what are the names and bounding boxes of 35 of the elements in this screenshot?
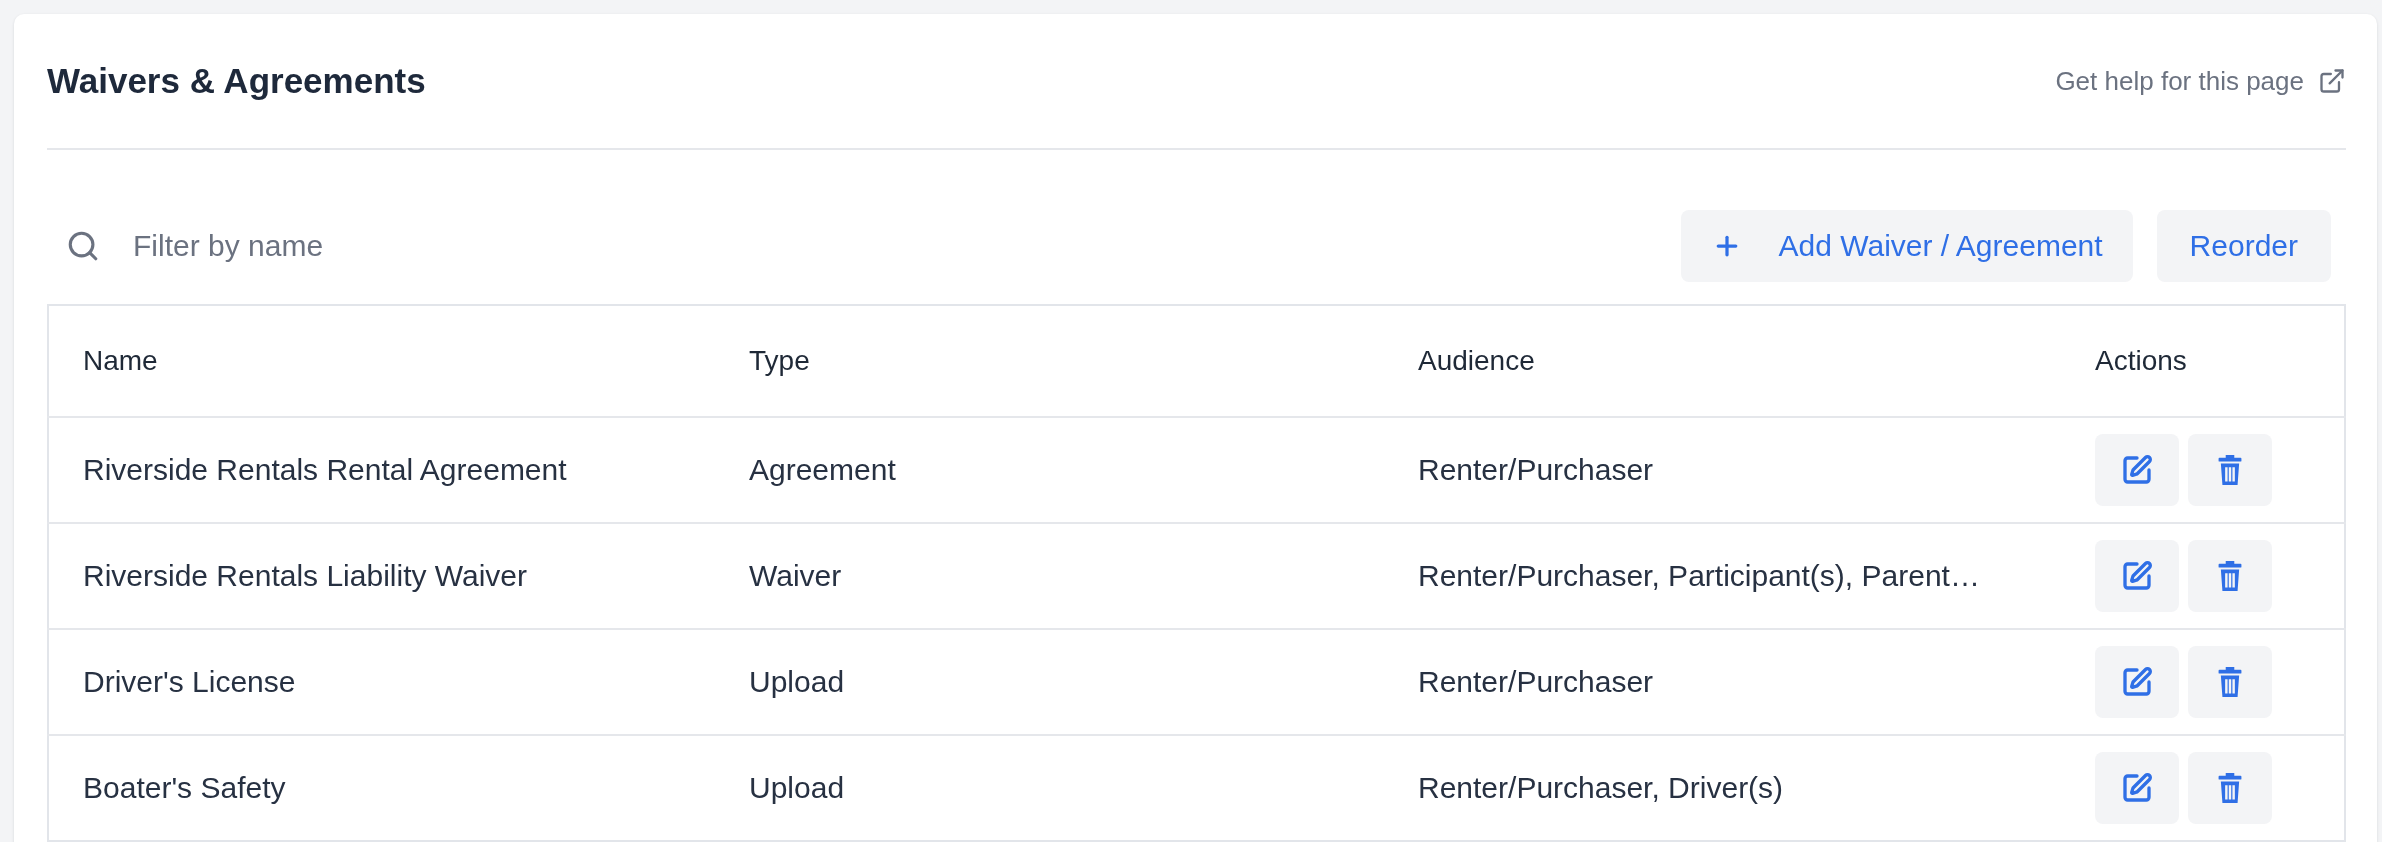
edit-button[interactable] (2095, 752, 2179, 824)
table-cell: Upload (715, 629, 1384, 735)
table-cell: Driver's License (48, 629, 715, 735)
table-cell: Boater's Safety (48, 735, 715, 841)
edit-icon (2121, 772, 2153, 804)
page-title: Waivers & Agreements (47, 61, 426, 101)
delete-button[interactable] (2188, 752, 2272, 824)
table-cell: Upload (715, 735, 1384, 841)
edit-button[interactable] (2095, 646, 2179, 718)
column-header: Name (48, 305, 715, 417)
edit-button[interactable] (2095, 540, 2179, 612)
table-cell: Renter/Purchaser, Driver(s) (1384, 735, 2061, 841)
edit-icon (2121, 666, 2153, 698)
edit-button[interactable] (2095, 434, 2179, 506)
table-cell: Renter/Purchaser, Participant(s), Parent… (1384, 523, 2061, 629)
edit-icon (2121, 560, 2153, 592)
edit-icon (2121, 454, 2153, 486)
column-header: Audience (1384, 305, 2061, 417)
table-cell: Renter/Purchaser (1384, 417, 2061, 523)
column-header: Actions (2061, 305, 2345, 417)
help-link[interactable]: Get help for this page (2055, 65, 2346, 97)
add-button[interactable]: Add Waiver / Agreement (1680, 210, 2133, 282)
table-cell: Renter/Purchaser (1384, 629, 2061, 735)
table-cell: Riverside Rentals Rental Agreement (48, 417, 715, 523)
search-icon (66, 229, 100, 263)
delete-button[interactable] (2188, 540, 2272, 612)
table-cell: Agreement (715, 417, 1384, 523)
column-header: Type (715, 305, 1384, 417)
reorder-button[interactable]: Reorder (2156, 210, 2331, 282)
search-field[interactable]: Filter by name (133, 224, 653, 268)
table-cell: Riverside Rentals Liability Waiver (48, 523, 715, 629)
delete-button[interactable] (2188, 434, 2272, 506)
table-cell: Waiver (715, 523, 1384, 629)
delete-button[interactable] (2188, 646, 2272, 718)
external-link-icon (2318, 67, 2346, 95)
